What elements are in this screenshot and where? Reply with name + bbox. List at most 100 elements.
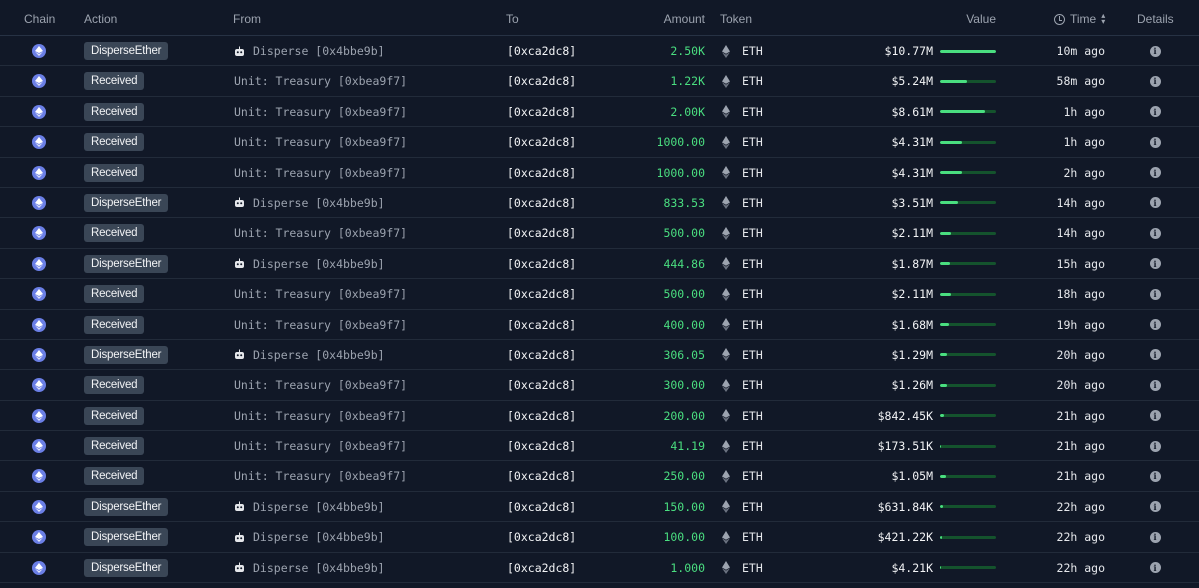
to-address[interactable]: [0xca2dc8] [507, 439, 576, 453]
token-symbol[interactable]: ETH [742, 318, 763, 332]
ethereum-chain-icon[interactable] [32, 469, 46, 484]
token-cell[interactable]: ETH [722, 461, 763, 491]
token-symbol[interactable]: ETH [742, 74, 763, 88]
to-cell[interactable]: [0xca2dc8] [507, 279, 576, 309]
from-cell[interactable]: Disperse [0x4bbe9b] [234, 188, 385, 218]
token-cell[interactable]: ETH [722, 492, 763, 522]
action-badge[interactable]: DisperseEther [84, 558, 169, 577]
info-icon[interactable]: i [1149, 410, 1161, 422]
to-address[interactable]: [0xca2dc8] [507, 561, 576, 575]
action-badge[interactable]: DisperseEther [84, 42, 169, 60]
token-cell[interactable]: ETH [722, 401, 763, 431]
ethereum-chain-icon[interactable] [32, 256, 46, 271]
ethereum-chain-icon[interactable] [32, 135, 46, 150]
token-symbol[interactable]: ETH [742, 105, 763, 119]
token-cell[interactable]: ETH [722, 522, 763, 552]
to-address[interactable]: [0xca2dc8] [507, 348, 576, 362]
info-icon[interactable]: i [1149, 288, 1161, 300]
from-address[interactable]: Unit: Treasury [0xbea9f7] [234, 469, 407, 483]
to-cell[interactable]: [0xca2dc8] [507, 36, 576, 66]
from-cell[interactable]: Disperse [0x4bbe9b] [234, 36, 385, 66]
ethereum-chain-icon[interactable] [32, 499, 46, 514]
to-address[interactable]: [0xca2dc8] [507, 378, 576, 392]
from-address[interactable]: Unit: Treasury [0xbea9f7] [234, 318, 407, 332]
to-cell[interactable]: [0xca2dc8] [507, 370, 576, 400]
action-badge[interactable]: Received [84, 163, 145, 182]
ethereum-chain-icon[interactable] [32, 165, 46, 180]
from-cell[interactable]: Unit: Treasury [0xbea9f7] [234, 127, 407, 157]
table-row[interactable]: Received Unit: Treasury [0xbea9f7] [0xca… [0, 370, 1199, 401]
info-icon[interactable]: i [1149, 379, 1161, 391]
from-address[interactable]: Disperse [0x4bbe9b] [253, 257, 385, 271]
from-cell[interactable]: Unit: Treasury [0xbea9f7] [234, 279, 407, 309]
table-row[interactable]: Received Unit: Treasury [0xbea9f7] [0xca… [0, 279, 1199, 310]
info-icon[interactable]: i [1149, 136, 1161, 148]
table-row[interactable]: Received Unit: Treasury [0xbea9f7] [0xca… [0, 66, 1199, 97]
token-cell[interactable]: ETH [722, 431, 763, 461]
ethereum-chain-icon[interactable] [32, 226, 46, 241]
from-address[interactable]: Disperse [0x4bbe9b] [253, 530, 385, 544]
action-badge[interactable]: Received [84, 437, 145, 456]
token-cell[interactable]: ETH [722, 553, 763, 583]
info-icon[interactable]: i [1149, 197, 1161, 209]
to-address[interactable]: [0xca2dc8] [507, 226, 576, 240]
action-badge[interactable]: DisperseEther [84, 345, 169, 364]
token-cell[interactable]: ETH [722, 66, 763, 96]
column-header-action[interactable]: Action [84, 12, 117, 26]
token-cell[interactable]: ETH [722, 97, 763, 127]
to-address[interactable]: [0xca2dc8] [507, 500, 576, 514]
to-cell[interactable]: [0xca2dc8] [507, 461, 576, 491]
to-address[interactable]: [0xca2dc8] [507, 409, 576, 423]
from-cell[interactable]: Disperse [0x4bbe9b] [234, 340, 385, 370]
sort-icon[interactable]: ▴ ▾ [1101, 12, 1105, 26]
info-icon[interactable]: i [1149, 501, 1161, 513]
from-address[interactable]: Disperse [0x4bbe9b] [253, 348, 385, 362]
to-cell[interactable]: [0xca2dc8] [507, 218, 576, 248]
token-cell[interactable]: ETH [722, 127, 763, 157]
token-symbol[interactable]: ETH [742, 409, 763, 423]
to-address[interactable]: [0xca2dc8] [507, 166, 576, 180]
token-symbol[interactable]: ETH [742, 257, 763, 271]
info-icon[interactable]: i [1149, 45, 1161, 57]
info-icon[interactable]: i [1149, 440, 1161, 452]
from-cell[interactable]: Unit: Treasury [0xbea9f7] [234, 461, 407, 491]
ethereum-chain-icon[interactable] [32, 530, 46, 545]
table-row[interactable]: Received Unit: Treasury [0xbea9f7] [0xca… [0, 431, 1199, 462]
action-badge[interactable]: DisperseEther [84, 254, 169, 273]
to-address[interactable]: [0xca2dc8] [507, 530, 576, 544]
action-badge[interactable]: DisperseEther [84, 528, 169, 547]
column-header-from[interactable]: From [233, 12, 261, 26]
table-row[interactable]: DisperseEther Disperse [0x4bbe9b] [0xca2… [0, 188, 1199, 219]
table-row[interactable]: Received Unit: Treasury [0xbea9f7] [0xca… [0, 461, 1199, 492]
info-icon[interactable]: i [1149, 562, 1161, 574]
ethereum-chain-icon[interactable] [32, 347, 46, 362]
token-symbol[interactable]: ETH [742, 348, 763, 362]
token-symbol[interactable]: ETH [742, 561, 763, 575]
column-header-amount[interactable]: Amount [664, 12, 705, 26]
token-cell[interactable]: ETH [722, 188, 763, 218]
token-cell[interactable]: ETH [722, 310, 763, 340]
table-row[interactable]: DisperseEther Disperse [0x4bbe9b] [0xca2… [0, 36, 1199, 67]
table-row[interactable]: Received Unit: Treasury [0xbea9f7] [0xca… [0, 218, 1199, 249]
from-cell[interactable]: Disperse [0x4bbe9b] [234, 492, 385, 522]
to-cell[interactable]: [0xca2dc8] [507, 66, 576, 96]
token-symbol[interactable]: ETH [742, 469, 763, 483]
to-address[interactable]: [0xca2dc8] [507, 196, 576, 210]
to-address[interactable]: [0xca2dc8] [507, 135, 576, 149]
ethereum-chain-icon[interactable] [32, 408, 46, 423]
to-cell[interactable]: [0xca2dc8] [507, 158, 576, 188]
token-symbol[interactable]: ETH [742, 500, 763, 514]
from-cell[interactable]: Disperse [0x4bbe9b] [234, 249, 385, 279]
info-icon[interactable]: i [1149, 319, 1161, 331]
action-badge[interactable]: Received [84, 224, 145, 243]
token-symbol[interactable]: ETH [742, 196, 763, 210]
token-cell[interactable]: ETH [722, 340, 763, 370]
to-address[interactable]: [0xca2dc8] [507, 469, 576, 483]
token-symbol[interactable]: ETH [742, 530, 763, 544]
info-icon[interactable]: i [1149, 258, 1161, 270]
to-cell[interactable]: [0xca2dc8] [507, 431, 576, 461]
table-row[interactable]: Received Unit: Treasury [0xbea9f7] [0xca… [0, 97, 1199, 128]
action-badge[interactable]: Received [84, 285, 145, 304]
to-cell[interactable]: [0xca2dc8] [507, 188, 576, 218]
info-icon[interactable]: i [1149, 470, 1161, 482]
